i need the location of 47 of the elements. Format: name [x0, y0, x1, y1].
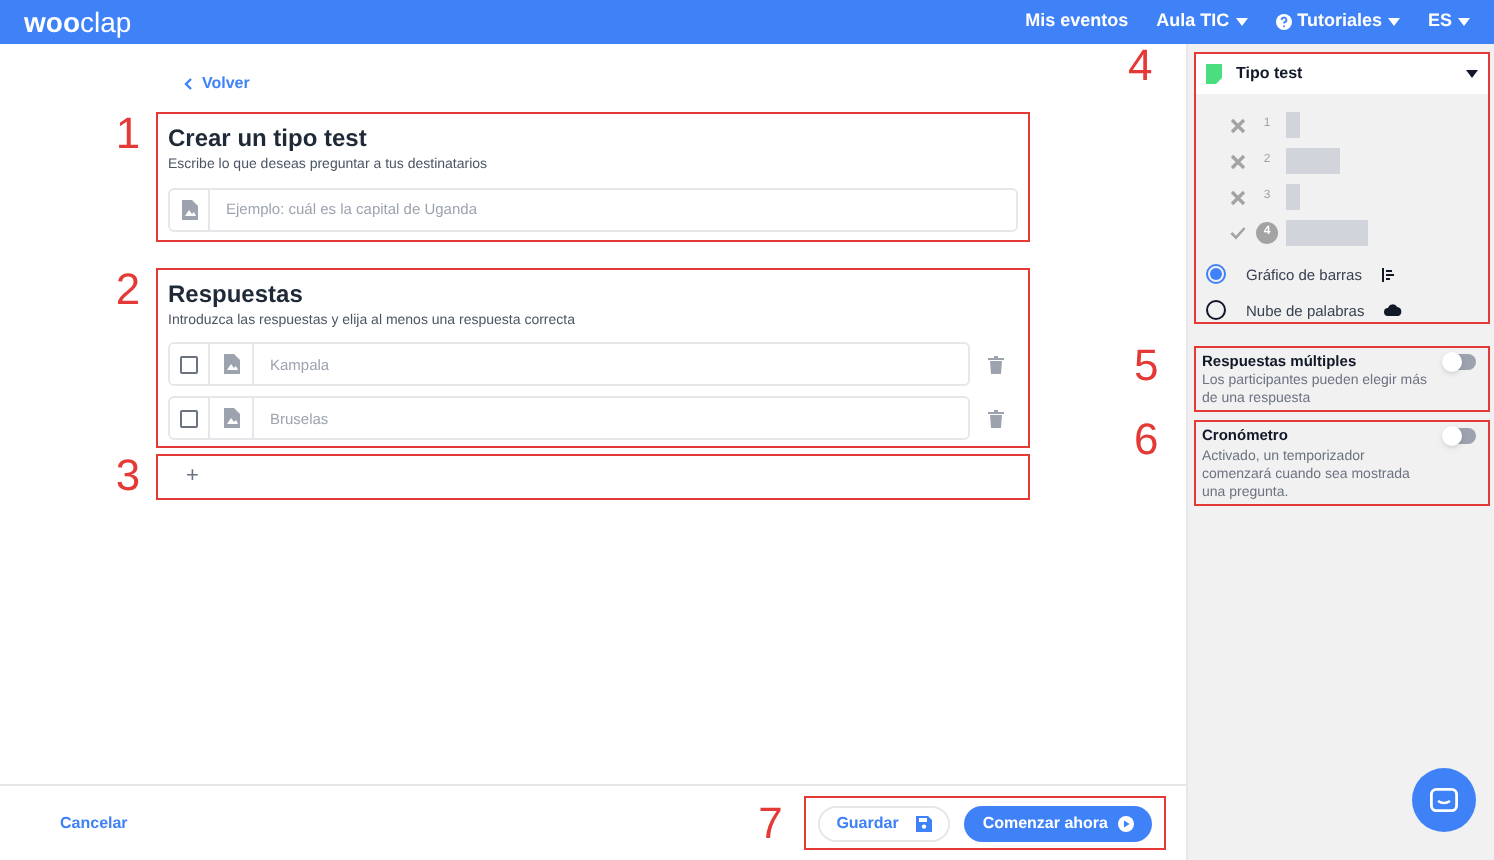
caret-icon — [1466, 69, 1478, 78]
nav-link[interactable]: Tutoriales — [1275, 8, 1400, 36]
start-now-button[interactable]: Comenzar ahora — [964, 805, 1152, 841]
chat-icon — [1430, 788, 1458, 812]
image-file-icon — [223, 354, 239, 374]
image-file-icon — [181, 199, 197, 219]
annotation-number: 4 — [1128, 40, 1153, 90]
nav-link[interactable]: Aula TIC — [1156, 8, 1248, 36]
image-file-icon — [223, 408, 239, 428]
annotation-number: 1 — [113, 112, 143, 162]
bar — [1286, 148, 1340, 174]
delete-icon[interactable] — [988, 409, 1004, 427]
radio[interactable] — [1206, 300, 1226, 321]
annotation-number: 7 — [756, 801, 785, 845]
bar — [1286, 184, 1300, 210]
help-icon — [1275, 14, 1292, 30]
save-button[interactable]: Guardar — [818, 805, 951, 841]
bar-chart-icon — [1381, 267, 1396, 282]
bar — [1286, 112, 1300, 138]
type-dropdown[interactable]: Tipo test — [1196, 54, 1488, 93]
document-icon — [1206, 63, 1222, 84]
caret-icon — [1387, 18, 1400, 26]
annotation-number: 6 — [1134, 414, 1159, 465]
cancel-link[interactable]: Cancelar — [60, 811, 128, 835]
chevron-left-icon — [184, 78, 192, 90]
chat-button[interactable] — [1412, 768, 1476, 832]
caret-icon — [1235, 18, 1248, 26]
delete-icon[interactable] — [988, 355, 1004, 373]
annotation-number: 5 — [1134, 340, 1159, 390]
annotation-number: 2 — [113, 267, 143, 317]
caret-icon — [1458, 18, 1470, 26]
checkbox[interactable] — [180, 409, 198, 427]
cloud-icon — [1384, 304, 1403, 317]
nav-link[interactable]: Mis eventos — [1025, 8, 1129, 36]
logo[interactable]: wooclap — [24, 8, 132, 36]
section-title: Respuestas — [168, 277, 305, 311]
play-icon — [1118, 815, 1134, 831]
save-icon — [916, 815, 933, 831]
toggle-switch[interactable] — [1444, 428, 1476, 445]
radio[interactable] — [1206, 264, 1226, 285]
toggle-switch[interactable] — [1444, 354, 1476, 370]
section-title: Crear un tipo test — [168, 122, 369, 156]
bar — [1286, 220, 1368, 246]
nav-link[interactable]: ES — [1427, 8, 1470, 36]
add-answer-button[interactable]: + — [156, 454, 1030, 500]
annotation-number: 3 — [113, 454, 143, 500]
checkbox[interactable] — [180, 355, 198, 373]
